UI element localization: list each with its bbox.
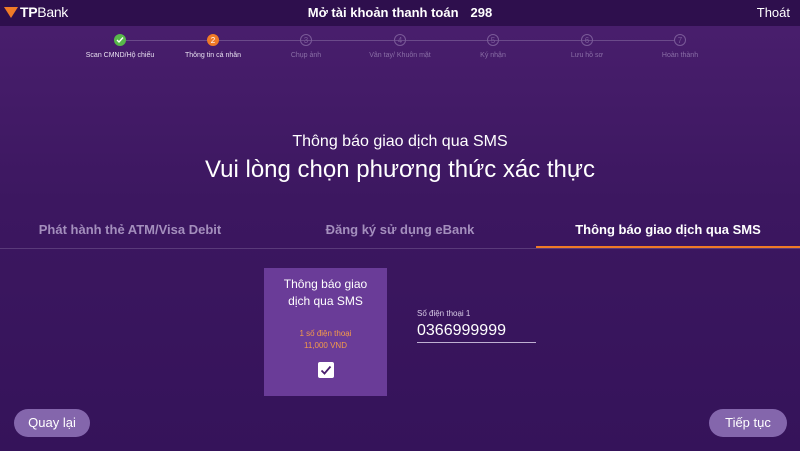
title-text: Mở tài khoản thanh toán: [307, 5, 459, 20]
step-number: 6: [581, 34, 593, 46]
page-title: Mở tài khoản thanh toán 298: [0, 5, 800, 20]
phone-label: Số điện thoại 1: [417, 309, 471, 318]
card-note-line1: 1 số điện thoại: [299, 329, 352, 338]
checkmark-icon: [320, 365, 331, 375]
step-number: 5: [487, 34, 499, 46]
card-note-line2: 11,000 VND: [304, 341, 347, 350]
step-label: Hoàn thành: [661, 52, 699, 59]
top-bar: TPBank Mở tài khoản thanh toán 298 Thoát: [0, 0, 800, 26]
service-tabs: Phát hành thẻ ATM/Visa Debit Đăng ký sử …: [0, 218, 800, 249]
step-number: 7: [674, 34, 686, 46]
section-heading: Vui lòng chọn phương thức xác thực: [205, 156, 595, 183]
step-7: 7 Hoàn thành: [620, 34, 740, 59]
tab-ebank[interactable]: Đăng ký sử dụng eBank: [270, 218, 530, 248]
exit-button[interactable]: Thoát: [757, 5, 790, 20]
back-button[interactable]: Quay lại: [14, 409, 90, 437]
check-icon: [114, 34, 126, 46]
phone-input[interactable]: 0366999999: [417, 322, 536, 343]
tab-sms-notification[interactable]: Thông báo giao dịch qua SMS: [536, 218, 800, 248]
card-note: 1 số điện thoại 11,000 VND: [264, 328, 387, 352]
continue-button[interactable]: Tiếp tục: [709, 409, 787, 437]
section-subtitle: Thông báo giao dịch qua SMS: [292, 133, 508, 150]
card-title-line2: dịch qua SMS: [288, 294, 363, 308]
option-checkbox[interactable]: [317, 362, 334, 378]
title-number: 298: [470, 5, 493, 20]
step-number: 4: [394, 34, 406, 46]
tab-atm-visa-debit[interactable]: Phát hành thẻ ATM/Visa Debit: [0, 218, 260, 248]
step-number: 3: [300, 34, 312, 46]
card-title-line1: Thông báo giao: [283, 277, 368, 291]
sms-option-card[interactable]: Thông báo giao dịch qua SMS 1 số điện th…: [264, 268, 387, 396]
progress-stepper: Scan CMND/Hộ chiếu 2 Thông tin cá nhân 3…: [0, 34, 800, 74]
step-number: 2: [207, 34, 219, 46]
card-title: Thông báo giao dịch qua SMS: [264, 276, 387, 310]
